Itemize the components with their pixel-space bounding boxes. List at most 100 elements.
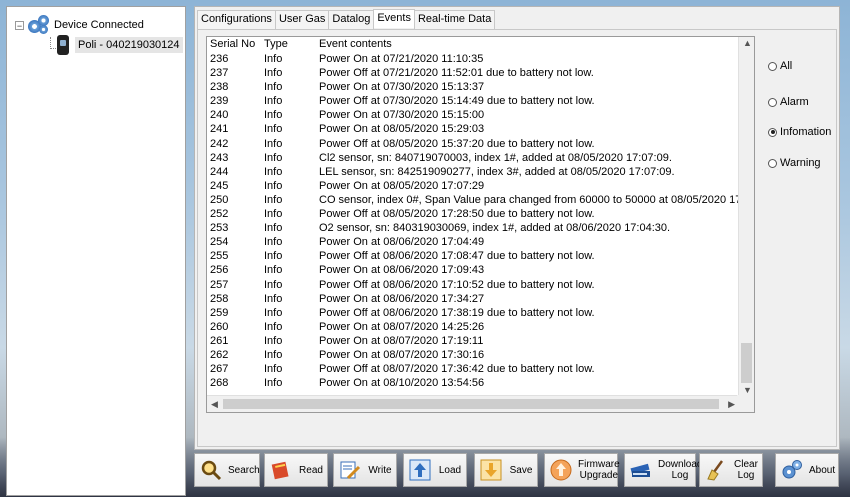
write-pen-icon — [338, 458, 362, 482]
serial-cell: 239 — [210, 95, 229, 108]
main-panel: Configurations User Gas Datalog Events R… — [194, 6, 840, 450]
upload-arrow-icon — [408, 458, 432, 482]
event-cell: Power On at 08/05/2020 17:07:29 — [319, 179, 485, 192]
type-cell: Info — [264, 165, 283, 178]
download-log-button[interactable]: Downloac Log — [624, 453, 702, 487]
scroll-left-icon[interactable]: ◀ — [211, 399, 218, 409]
serial-cell: 240 — [210, 109, 229, 122]
tree-node-device-connected[interactable]: − Device Connected — [15, 15, 144, 35]
serial-cell: 237 — [210, 67, 229, 80]
table-row[interactable]: 261 Info Power On at 08/07/2020 17:19:11 — [207, 335, 737, 349]
filter-warning-radio[interactable]: Warning — [768, 157, 821, 169]
table-row[interactable]: 260 Info Power On at 08/07/2020 14:25:26 — [207, 321, 737, 335]
type-cell: Info — [264, 320, 283, 333]
scroll-right-icon[interactable]: ▶ — [728, 399, 735, 409]
type-cell: Info — [264, 334, 283, 347]
table-row[interactable]: 236 Info Power On at 07/21/2020 11:10:35 — [207, 53, 737, 67]
column-header-serial[interactable]: Serial No — [210, 38, 255, 50]
table-row[interactable]: 243 Info Cl2 sensor, sn: 840719070003, ind… — [207, 152, 737, 166]
table-row[interactable]: 267 Info Power Off at 08/07/2020 17:36:42 … — [207, 363, 737, 377]
radio-checked-icon — [768, 127, 777, 137]
events-tab-content: Serial No Type Event contents 236 Info Pow… — [197, 29, 837, 447]
type-cell: Info — [264, 306, 283, 319]
about-button[interactable]: About — [775, 453, 839, 487]
serial-cell: 261 — [210, 334, 229, 347]
serial-cell: 256 — [210, 264, 229, 277]
table-row[interactable]: 250 Info CO sensor, index 0#, Span Value p… — [207, 194, 754, 208]
tree-node-device[interactable]: Poli - 040219030124 — [57, 35, 183, 55]
search-button[interactable]: Search — [194, 453, 260, 487]
broom-icon — [704, 458, 728, 482]
table-row[interactable]: 268 Info Power On at 08/10/2020 13:54:56 — [207, 377, 737, 391]
scroll-thumb[interactable] — [741, 343, 752, 383]
collapse-toggle[interactable]: − — [15, 20, 24, 30]
save-button[interactable]: Save — [474, 453, 538, 487]
table-row[interactable]: 237 Info Power Off at 07/21/2020 11:52:01 … — [207, 67, 737, 81]
radio-circle-icon — [768, 158, 777, 168]
event-cell: Power On at 08/10/2020 13:54:56 — [319, 377, 485, 390]
table-row[interactable]: 257 Info Power Off at 08/06/2020 17:10:52 … — [207, 279, 737, 293]
gears-icon — [28, 15, 50, 35]
device-tree-panel: − Device Connected Poli - 040219030124 — [6, 6, 186, 496]
event-cell: Power Off at 07/30/2020 15:14:49 due to … — [319, 95, 595, 108]
write-button[interactable]: Write — [333, 453, 397, 487]
type-cell: Info — [264, 81, 283, 94]
table-row[interactable]: 242 Info Power Off at 08/05/2020 15:37:20 … — [207, 138, 737, 152]
events-list[interactable]: Serial No Type Event contents 236 Info Pow… — [206, 36, 755, 413]
load-button[interactable]: Load — [403, 453, 467, 487]
filter-alarm-radio[interactable]: Alarm — [768, 96, 809, 108]
type-cell: Info — [264, 292, 283, 305]
table-row[interactable]: 238 Info Power On at 07/30/2020 15:13:37 — [207, 81, 737, 95]
filter-warning-label: Warning — [780, 157, 821, 169]
read-button[interactable]: Read — [264, 453, 328, 487]
table-row[interactable]: 253 Info O2 sensor, sn: 840319030069, inde… — [207, 222, 737, 236]
firmware-upgrade-label: Firmware Upgrade — [578, 459, 620, 481]
type-cell: Info — [264, 123, 283, 136]
table-row[interactable]: 258 Info Power On at 08/06/2020 17:34:27 — [207, 293, 737, 307]
filter-information-radio[interactable]: Infomation — [768, 126, 831, 138]
table-row[interactable]: 262 Info Power On at 08/07/2020 17:30:16 — [207, 349, 737, 363]
event-cell: Power On at 08/07/2020 17:19:11 — [319, 334, 484, 347]
table-row[interactable]: 259 Info Power Off at 08/06/2020 17:38:19 … — [207, 307, 737, 321]
scrollbar-corner — [737, 395, 754, 412]
firmware-upgrade-button[interactable]: Firmware Upgrade — [544, 453, 620, 487]
download-arrow-icon — [479, 458, 503, 482]
tab-user-gas[interactable]: User Gas — [274, 10, 330, 29]
table-row[interactable]: 241 Info Power On at 08/05/2020 15:29:03 — [207, 123, 737, 137]
column-header-type[interactable]: Type — [264, 38, 288, 50]
event-cell: Power Off at 08/07/2020 17:36:42 due to … — [319, 363, 595, 376]
filter-alarm-label: Alarm — [780, 96, 809, 108]
scroll-up-icon[interactable]: ▲ — [743, 38, 752, 48]
vertical-scrollbar[interactable]: ▲ ▼ — [738, 37, 754, 396]
column-header-event[interactable]: Event contents — [319, 38, 392, 50]
tab-events[interactable]: Events — [373, 9, 415, 28]
filter-all-radio[interactable]: All — [768, 60, 792, 72]
table-row[interactable]: 239 Info Power Off at 07/30/2020 15:14:49 … — [207, 95, 737, 109]
table-row[interactable]: 255 Info Power Off at 08/06/2020 17:08:47 … — [207, 250, 737, 264]
tab-configurations[interactable]: Configurations — [197, 10, 276, 29]
type-cell: Info — [264, 264, 283, 277]
type-cell: Info — [264, 377, 283, 390]
radio-circle-icon — [768, 61, 777, 71]
type-cell: Info — [264, 95, 283, 108]
table-row[interactable]: 244 Info LEL sensor, sn: 842519090277, ind… — [207, 166, 737, 180]
table-row[interactable]: 240 Info Power On at 07/30/2020 15:15:00 — [207, 109, 737, 123]
clear-log-label: Clear Log — [734, 459, 758, 481]
scroll-down-icon[interactable]: ▼ — [743, 385, 752, 395]
type-cell: Info — [264, 151, 283, 164]
gas-detector-icon — [57, 35, 69, 55]
type-cell: Info — [264, 236, 283, 249]
clear-log-button[interactable]: Clear Log — [699, 453, 763, 487]
tab-real-time-data[interactable]: Real-time Data — [413, 10, 496, 29]
event-cell: Power Off at 07/21/2020 11:52:01 due to … — [319, 67, 594, 80]
event-cell: Power On at 08/06/2020 17:04:49 — [319, 236, 485, 249]
tab-datalog[interactable]: Datalog — [328, 10, 375, 29]
table-row[interactable]: 245 Info Power On at 08/05/2020 17:07:29 — [207, 180, 737, 194]
table-row[interactable]: 252 Info Power Off at 08/05/2020 17:28:50 … — [207, 208, 737, 222]
books-log-icon — [629, 458, 653, 482]
table-row[interactable]: 256 Info Power On at 08/06/2020 17:09:43 — [207, 264, 737, 278]
table-row[interactable]: 254 Info Power On at 08/06/2020 17:04:49 — [207, 236, 737, 250]
horizontal-scrollbar[interactable]: ◀ ▶ — [207, 395, 739, 412]
event-cell: Power Off at 08/06/2020 17:38:19 due to … — [319, 306, 595, 319]
scroll-thumb[interactable] — [223, 399, 719, 409]
